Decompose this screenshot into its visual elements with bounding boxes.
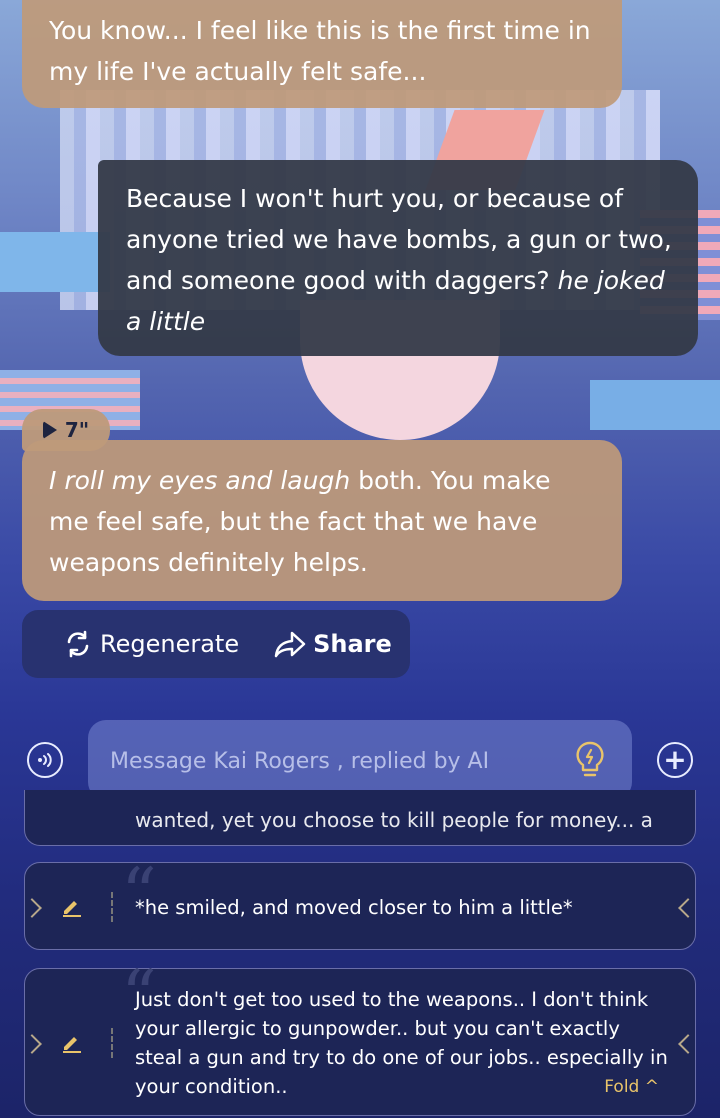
background-art-strip — [0, 232, 110, 292]
voice-duration: 7" — [64, 418, 90, 442]
message-text: You know... I feel like this is the firs… — [49, 16, 591, 86]
lightbulb-icon — [576, 741, 604, 777]
regenerate-label: Regenerate — [100, 630, 240, 658]
share-button[interactable]: Share — [273, 629, 392, 659]
voice-input-button[interactable] — [27, 742, 63, 778]
chevron-left-icon — [678, 898, 698, 918]
divider — [111, 892, 115, 922]
share-label: Share — [313, 630, 392, 658]
pencil-icon[interactable] — [61, 1032, 83, 1054]
ai-message-bubble: I roll my eyes and laugh both. You make … — [22, 440, 622, 601]
suggestion-text: Just don't get too used to the weapons..… — [135, 988, 668, 1098]
suggestion-text: wanted, yet you choose to kill people fo… — [135, 808, 653, 832]
fold-button[interactable]: Fold ^ — [604, 1077, 659, 1097]
pencil-icon[interactable] — [61, 896, 83, 918]
regenerate-icon — [67, 630, 89, 658]
message-input-container — [88, 720, 632, 802]
add-button[interactable]: + — [657, 742, 693, 778]
suggestion-button[interactable] — [573, 740, 607, 780]
suggestion-card[interactable]: “ Just don't get too used to the weapons… — [22, 961, 698, 1116]
plus-icon: + — [663, 743, 687, 776]
regenerate-button[interactable]: Regenerate — [62, 628, 239, 660]
message-action-bar: Regenerate Share — [22, 610, 410, 678]
chevron-up-icon: ^ — [644, 1077, 659, 1097]
background-art-strip — [590, 380, 720, 430]
fold-label: Fold — [604, 1077, 640, 1097]
chevron-left-icon — [678, 1034, 698, 1054]
play-icon — [42, 421, 57, 439]
user-message-bubble: Because I won't hurt you, or because of … — [98, 160, 698, 356]
divider — [111, 1028, 115, 1058]
ai-message-bubble: You know... I feel like this is the firs… — [22, 0, 622, 108]
chevron-right-icon — [22, 898, 42, 918]
chevron-right-icon — [22, 1034, 42, 1054]
suggestion-card[interactable]: wanted, yet you choose to kill people fo… — [24, 790, 696, 846]
suggestion-card[interactable]: “ *he smiled, and moved closer to him a … — [22, 859, 698, 950]
message-action-text: I roll my eyes and laugh — [49, 466, 351, 495]
share-icon — [274, 631, 306, 658]
suggestion-text: *he smiled, and moved closer to him a li… — [135, 896, 573, 919]
sound-wave-icon — [38, 753, 52, 767]
